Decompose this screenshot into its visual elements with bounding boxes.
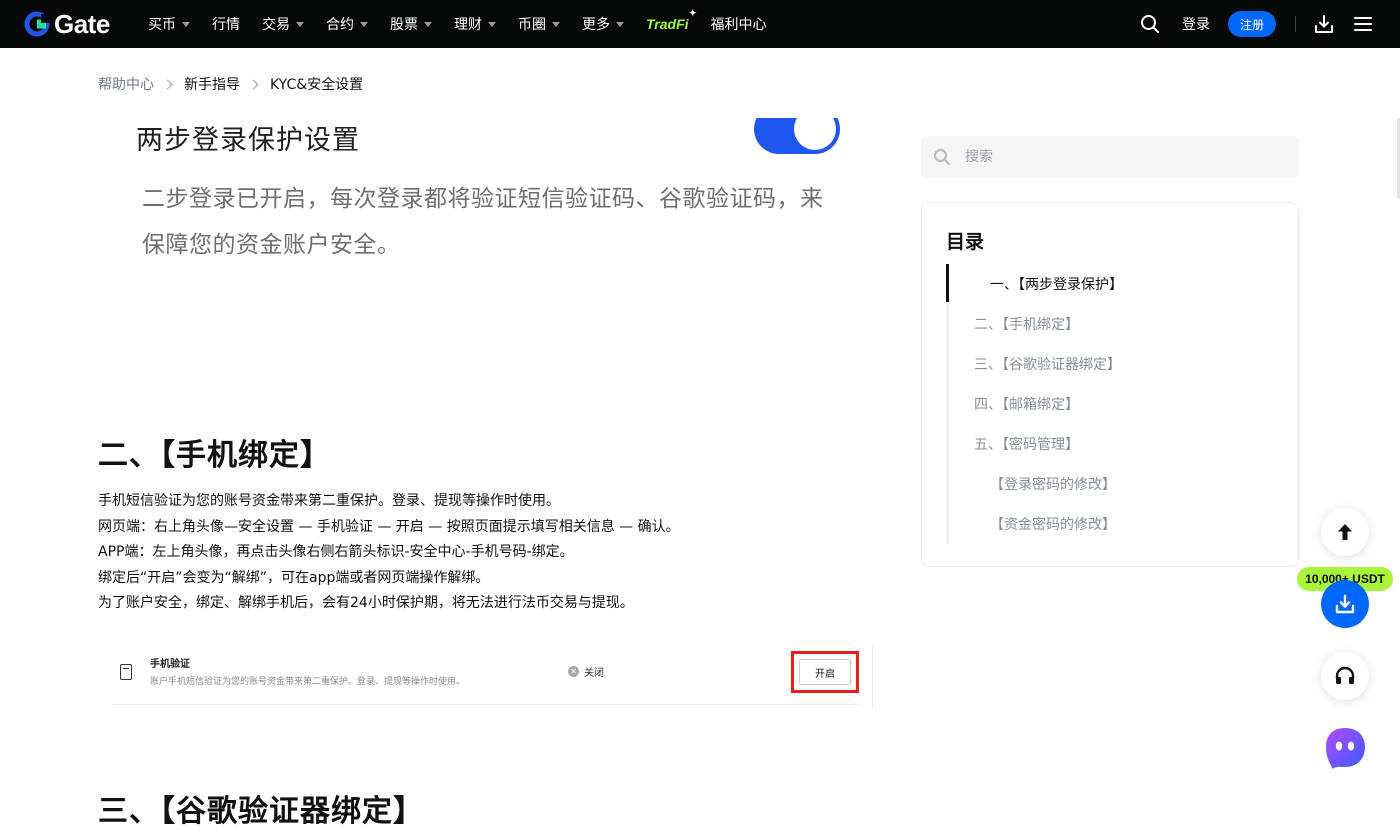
nav-item-square[interactable]: 币圈: [518, 14, 560, 34]
nav-item-earn[interactable]: 理财: [454, 14, 496, 34]
chevron-right-icon: [162, 79, 173, 89]
navbar-divider: [1295, 16, 1296, 32]
nav-item-label: 交易: [262, 17, 290, 33]
caret-down-icon: [616, 21, 624, 27]
caret-down-icon: [424, 21, 432, 27]
toc-item-password-management[interactable]: 五、【密码管理】: [946, 424, 1276, 464]
breadcrumb-help-center[interactable]: 帮助中心: [98, 74, 154, 94]
search-icon: [933, 148, 951, 166]
toc-list: 一、【两步登录保护】 二、【手机绑定】 三、【谷歌验证器绑定】 四、【邮箱绑定】…: [946, 264, 1276, 544]
main-menu: 买币 行情 交易 合约 股票 理财 币圈 更多 TradFi ✦ 福利中心: [148, 0, 789, 48]
toc-item-phone-binding[interactable]: 二、【手机绑定】: [946, 304, 1276, 344]
breadcrumb-current-page: KYC&安全设置: [270, 77, 364, 93]
highlight-frame: 开启: [791, 651, 859, 693]
arrow-up-icon: [1338, 524, 1352, 540]
nav-item-trade[interactable]: 交易: [262, 14, 304, 34]
nav-item-label: 币圈: [518, 17, 546, 33]
divider: [872, 646, 873, 708]
paragraph: APP端：左上角头像，再点击头像右侧右箭头标识-安全中心-手机号码-绑定。: [98, 544, 574, 560]
screenshot-description: 二步登录已开启，每次登录都将验证短信验证码、谷歌验证码，来保障您的资金账户安全。: [142, 186, 824, 258]
nav-item-label: 股票: [390, 17, 418, 33]
back-to-top-button[interactable]: [1321, 508, 1369, 556]
phone-verification-screenshot: 手机验证 账户手机短信验证为您的账号资金带来第二重保护。登录、提现等操作时使用。…: [98, 640, 873, 708]
sparkle-icon: ✦: [688, 8, 697, 18]
caret-down-icon: [182, 21, 190, 27]
toc-item-google-auth[interactable]: 三、【谷歌验证器绑定】: [946, 344, 1276, 384]
toc-item-two-step-login[interactable]: 一、【两步登录保护】: [946, 264, 1276, 304]
nav-item-more[interactable]: 更多: [582, 14, 624, 34]
nav-item-label: 行情: [212, 17, 240, 33]
nav-item-markets[interactable]: 行情: [212, 14, 240, 34]
headset-icon: [1335, 666, 1355, 684]
customer-service-button[interactable]: [1321, 652, 1369, 700]
toggle-switch-on: [754, 118, 840, 154]
toc-title: 目录: [946, 231, 985, 253]
nav-item-tradfi[interactable]: TradFi ✦: [646, 8, 697, 32]
nav-item-label: 买币: [148, 17, 176, 33]
login-link[interactable]: 登录: [1182, 14, 1210, 34]
ai-assistant-button[interactable]: [1321, 724, 1369, 772]
download-app-button[interactable]: [1321, 580, 1369, 628]
nav-item-futures[interactable]: 合约: [326, 14, 368, 34]
caret-down-icon: [296, 21, 304, 27]
hamburger-menu-icon[interactable]: [1354, 16, 1372, 32]
top-navbar: Gate 买币 行情 交易 合约 股票 理财 币圈 更多 TradFi ✦ 福利中…: [0, 0, 1400, 48]
caret-down-icon: [360, 21, 368, 27]
download-icon[interactable]: [1314, 14, 1334, 34]
gate-logo[interactable]: Gate: [24, 11, 110, 37]
nav-item-label: 更多: [582, 17, 610, 33]
paragraph: 网页端：右上角头像—安全设置 — 手机验证 — 开启 — 按照页面提示填写相关信…: [98, 518, 680, 535]
toc-item-fund-password[interactable]: 【资金密码的修改】: [946, 504, 1276, 544]
nav-item-buy-crypto[interactable]: 买币: [148, 14, 190, 34]
close-circle-icon: ✕: [568, 666, 579, 677]
section-body-phone-binding: 手机短信验证为您的账号资金带来第二重保护。登录、提现等操作时使用。 网页端：右上…: [98, 489, 878, 617]
caret-down-icon: [552, 21, 560, 27]
caret-down-icon: [488, 21, 496, 27]
toc-item-login-password[interactable]: 【登录密码的修改】: [946, 464, 1276, 504]
screenshot-heading: 两步登录保护设置: [136, 125, 360, 156]
search-icon[interactable]: [1140, 14, 1160, 34]
breadcrumb-beginner-guide[interactable]: 新手指导: [184, 74, 240, 94]
phone-verification-subtitle: 账户手机短信验证为您的账号资金带来第二重保护。登录、提现等操作时使用。: [150, 677, 466, 687]
gate-logo-icon: [24, 11, 50, 37]
phone-icon: [120, 664, 132, 680]
breadcrumb: 帮助中心 新手指导 KYC&安全设置: [98, 72, 363, 96]
paragraph: 手机短信验证为您的账号资金带来第二重保护。登录、提现等操作时使用。: [98, 493, 560, 509]
enable-button-illustration: 开启: [799, 659, 851, 685]
help-search-box: [921, 136, 1299, 178]
search-input[interactable]: [965, 149, 1265, 165]
register-button[interactable]: 注册: [1228, 11, 1276, 37]
logo-text: Gate: [54, 9, 110, 39]
paragraph: 绑定后“开启”会变为“解绑”，可在app端或者网页端操作解绑。: [98, 569, 490, 586]
toc-item-email-binding[interactable]: 四、【邮箱绑定】: [946, 384, 1276, 424]
nav-item-stocks[interactable]: 股票: [390, 14, 432, 34]
nav-item-label: 合约: [326, 17, 354, 33]
two-step-login-screenshot: 两步登录保护设置 二步登录已开启，每次登录都将验证短信验证码、谷歌验证码，来保障…: [98, 118, 873, 358]
section-heading-phone-binding: 二、【手机绑定】: [98, 438, 331, 473]
chatbot-icon: [1326, 728, 1365, 769]
navbar-actions: 登录 注册: [1140, 0, 1400, 48]
nav-item-label: 理财: [454, 17, 482, 33]
toggle-knob: [794, 118, 836, 150]
chevron-right-icon: [248, 79, 259, 89]
divider: [112, 704, 859, 705]
section-heading-google-auth: 三、【谷歌验证器绑定】: [98, 794, 424, 829]
phone-verification-title: 手机验证: [150, 659, 190, 670]
paragraph: 为了账户安全，绑定、解绑手机后，会有24小时保护期，将无法进行法币交易与提现。: [98, 595, 634, 611]
phone-verification-status: ✕ 关闭: [568, 664, 604, 679]
nav-item-label: 福利中心: [710, 17, 767, 33]
nav-item-welfare-center[interactable]: 福利中心: [711, 14, 767, 34]
tradfi-label: TradFi: [646, 16, 689, 32]
table-of-contents: 目录 一、【两步登录保护】 二、【手机绑定】 三、【谷歌验证器绑定】 四、【邮箱…: [921, 202, 1299, 567]
status-text: 关闭: [584, 668, 604, 679]
download-icon: [1335, 594, 1355, 614]
